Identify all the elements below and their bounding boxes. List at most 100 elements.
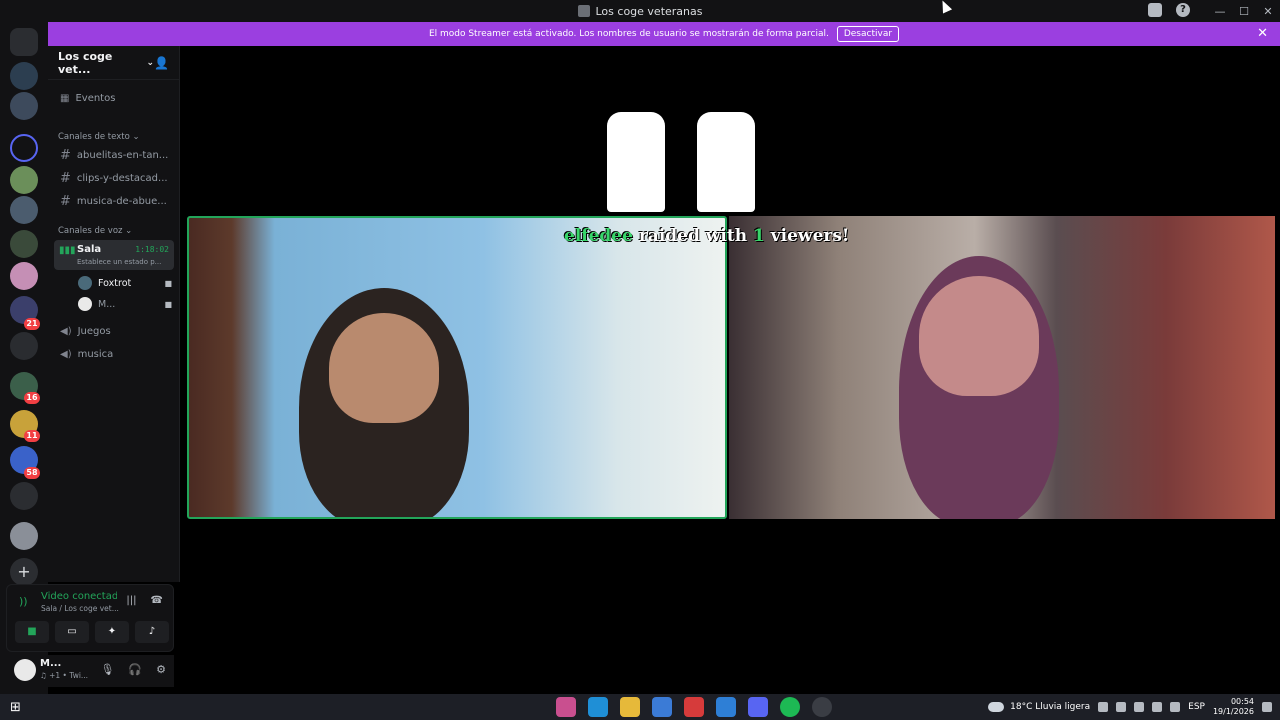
gear-icon[interactable]: ⚙ [156, 663, 166, 676]
camera-button[interactable]: ■ [15, 621, 49, 643]
raid-middle: raided with [638, 226, 748, 246]
outlook-icon[interactable] [716, 697, 736, 717]
unread-badge: 11 [24, 430, 40, 442]
voice-channel-name: Sala [77, 244, 102, 255]
server-csgo-skins[interactable] [10, 62, 38, 90]
windows-taskbar: ⊞ 18°C Lluvia ligera ESP 00:54 19/1/2026 [0, 694, 1280, 720]
voice-timer: 1:18:02 [135, 245, 169, 254]
voice-channel[interactable]: ◀) musica [54, 344, 174, 364]
spotify-icon[interactable] [780, 697, 800, 717]
system-tray: 18°C Lluvia ligera ESP 00:54 19/1/2026 [988, 694, 1272, 720]
server-avatar-6[interactable] [10, 332, 38, 360]
server-avatar-11[interactable] [10, 522, 38, 550]
invite-people-icon[interactable]: 👤 [154, 56, 169, 70]
close-banner-icon[interactable]: ✕ [1257, 26, 1268, 41]
add-server-icon[interactable]: + [10, 558, 38, 586]
video-stage: elfedee raided with 1 viewers! [180, 46, 1280, 694]
hash-icon: # [60, 170, 71, 186]
hash-icon: # [60, 147, 71, 163]
screen-share-button[interactable]: ▭ [55, 621, 89, 643]
unread-badge: 16 [24, 392, 40, 404]
copilot-icon[interactable] [556, 697, 576, 717]
noise-suppression-icon[interactable]: ||| [126, 595, 136, 606]
language-indicator[interactable]: ESP [1188, 702, 1205, 712]
volume-icon[interactable] [1152, 702, 1163, 712]
inbox-icon[interactable] [1148, 3, 1162, 17]
avatar[interactable] [14, 659, 36, 681]
server-plex[interactable] [10, 92, 38, 120]
voice-channel-sala[interactable]: ▮▮▮ Sala 1:18:02 Establece un estado p..… [54, 240, 174, 270]
discord-home-icon[interactable] [10, 28, 38, 56]
titlebar-tools: ? [1148, 3, 1190, 17]
voice-connection-panel: )) Video conectado Sala / Los coge vet..… [6, 584, 174, 652]
disconnect-icon[interactable]: ☎ [151, 595, 163, 606]
text-category[interactable]: Canales de texto ⌄ [58, 132, 140, 142]
windows-start-icon[interactable]: ⊞ [10, 700, 21, 715]
user-panel: M... ♫ +1 • Twi... 🎙 🎧 ⚙ [6, 655, 174, 687]
headphones-icon[interactable]: 🎧 [128, 663, 142, 676]
channel-name: clips-y-destacad... [76, 172, 168, 184]
voice-panel-icons: ||| ☎ [126, 595, 163, 606]
close-window-button[interactable]: ✕ [1256, 5, 1280, 18]
server-avatar-1[interactable] [10, 166, 38, 194]
server-avatar-10[interactable] [10, 482, 38, 510]
weather-text: 18°C Lluvia ligera [1010, 702, 1091, 712]
maximize-button[interactable]: ☐ [1232, 5, 1256, 18]
video-tile-speaking[interactable] [187, 216, 727, 519]
opera-icon[interactable] [684, 697, 704, 717]
voice-user[interactable]: M... ■ [78, 295, 172, 313]
store-icon[interactable] [652, 697, 672, 717]
guild-header[interactable]: Los coge vet... ⌄ 👤 [48, 46, 179, 80]
soundboard-button[interactable]: ♪ [135, 621, 169, 643]
server-avatar-3[interactable] [10, 230, 38, 258]
voice-activity-icon: ▮▮▮ [59, 245, 76, 256]
events-item[interactable]: ▦ Eventos [54, 88, 174, 108]
help-icon[interactable]: ? [1176, 3, 1190, 17]
minimize-button[interactable]: — [1208, 5, 1232, 18]
voice-panel-buttons: ■ ▭ ✦ ♪ [15, 621, 169, 643]
voice-user-name: Foxtrot [98, 277, 132, 289]
channel-name: musica [77, 348, 114, 360]
microphone-icon[interactable] [1134, 702, 1145, 712]
weather-widget[interactable]: 18°C Lluvia ligera [988, 702, 1090, 712]
text-channel[interactable]: # musica-de-abue... [54, 191, 174, 211]
text-channel[interactable]: # abuelitas-en-tan... [54, 145, 174, 165]
notifications-icon[interactable] [1262, 702, 1272, 712]
video-tile[interactable] [729, 216, 1275, 519]
user-controls: 🎙 🎧 ⚙ [100, 663, 166, 676]
user-name: M... [40, 658, 62, 669]
voice-channel[interactable]: ◀) Juegos [54, 321, 174, 341]
network-icon[interactable] [1116, 702, 1127, 712]
discord-icon[interactable] [748, 697, 768, 717]
activities-button[interactable]: ✦ [95, 621, 129, 643]
events-label: Eventos [75, 92, 116, 104]
voice-user-name: M... [98, 298, 116, 310]
voice-user[interactable]: Foxtrot ■ [78, 274, 172, 292]
channel-name: musica-de-abue... [76, 195, 167, 207]
voice-category[interactable]: Canales de voz ⌄ [58, 226, 132, 236]
voice-connected-subtitle[interactable]: Sala / Los coge vet... [41, 604, 119, 613]
raid-alert-text: elfedee raided with 1 viewers! [564, 226, 849, 246]
steam-icon[interactable] [812, 697, 832, 717]
cat-image [607, 112, 665, 212]
voice-status-text[interactable]: Establece un estado p... [77, 258, 161, 266]
speaker-icon: ◀) [60, 348, 72, 360]
microphone-icon[interactable]: 🎙 [100, 663, 114, 676]
server-avatar-4[interactable] [10, 262, 38, 290]
deactivate-button[interactable]: Desactivar [836, 26, 900, 42]
edge-icon[interactable] [588, 697, 608, 717]
unread-badge: 58 [24, 467, 40, 479]
window-title-group: Los coge veteranas [577, 4, 703, 18]
clock[interactable]: 00:54 19/1/2026 [1213, 697, 1254, 717]
battery-icon[interactable] [1170, 702, 1181, 712]
server-avatar-2[interactable] [10, 196, 38, 224]
channel-sidebar: Los coge vet... ⌄ 👤 ▦ Eventos Canales de… [48, 46, 180, 582]
text-channel[interactable]: # clips-y-destacad... [54, 168, 174, 188]
file-explorer-icon[interactable] [620, 697, 640, 717]
guild-name: Los coge vet... [58, 49, 113, 76]
taskbar-apps [556, 697, 832, 717]
raid-alert-art [607, 102, 757, 222]
server-folder[interactable] [10, 134, 38, 162]
chevron-up-icon[interactable] [1098, 702, 1109, 712]
window-title: Los coge veteranas [595, 4, 703, 18]
